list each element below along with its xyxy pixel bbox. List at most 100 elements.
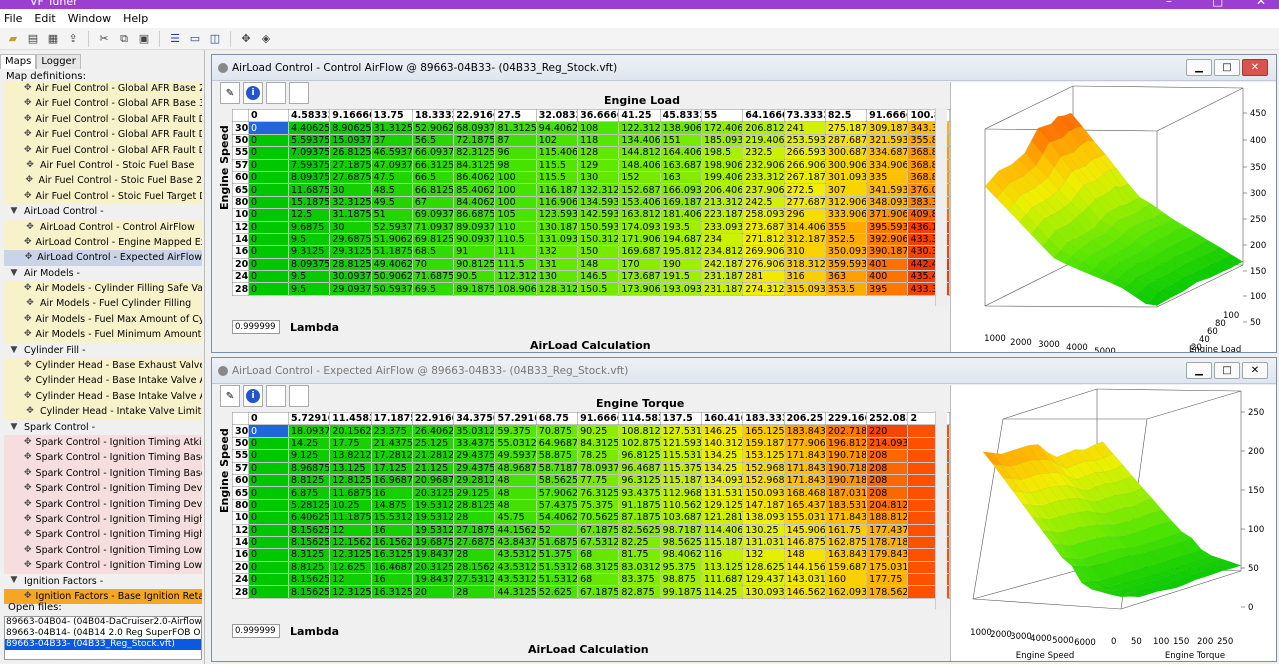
table-cell[interactable]: 100 [494,183,537,197]
table-cell[interactable]: 105 [494,208,537,222]
table-cell[interactable]: 27.5312 [453,573,496,587]
tile-vertical-icon[interactable]: ☰ [166,30,184,48]
zero-cell[interactable]: 0 [248,208,289,222]
table-cell[interactable]: 8.8125 [287,560,331,575]
table-cell[interactable]: 75.375 [577,498,620,513]
table-cell[interactable]: 214.093 [866,436,909,451]
table-cell[interactable]: 121.593 [659,436,702,451]
table-cell[interactable]: 115.5 [535,170,579,185]
table-cell[interactable]: 16 [370,523,413,537]
blank-page-icon[interactable] [289,82,309,104]
table-cell[interactable]: 162.093 [824,585,868,599]
table-cell[interactable]: 140.312 [700,436,744,451]
zero-cell[interactable]: 0 [248,220,289,234]
table-cell[interactable]: 130 [577,170,620,185]
table-cell[interactable]: 131.093 [535,232,579,247]
table-cell[interactable]: 12.1562 [329,535,372,550]
table-cell[interactable]: 159.687 [824,560,868,575]
table-cell[interactable]: 4.40625 [287,121,331,135]
table-cell[interactable]: 52.5937 [370,220,413,234]
window-maximize-button[interactable]: □ [1214,362,1240,379]
table-cell[interactable]: 95.375 [659,560,702,575]
table-cell[interactable]: 115.406 [535,146,579,160]
table-cell[interactable]: 395 [866,282,909,296]
table-cell[interactable]: 169.187 [659,195,702,210]
table-cell[interactable]: 28 [453,511,496,525]
tree-item[interactable]: ✥ AirLoad Control - Control AirFlow [4,219,202,235]
table-cell[interactable]: 130.187 [535,220,579,234]
table-cell[interactable]: 15.0937 [329,133,372,148]
table-cell[interactable]: 276.906 [742,257,785,272]
blank-page-icon[interactable] [266,82,286,104]
table-cell[interactable]: 198.5 [700,146,744,160]
table-cell[interactable]: 150.093 [742,486,785,500]
table-cell[interactable]: 193.5 [659,220,702,234]
table-cell[interactable]: 266.593 [783,146,826,160]
table-cell[interactable]: 28 [453,548,496,562]
table-cell[interactable]: 152 [618,170,661,185]
table-cell[interactable]: 213.312 [700,195,744,210]
zero-cell[interactable]: 0 [248,158,289,172]
table-cell[interactable]: 187.031 [824,486,868,500]
table-cell[interactable]: 165.125 [742,424,785,438]
table-cell[interactable]: 171.843 [783,449,826,463]
table-cell[interactable]: 173.687 [618,270,661,284]
window-minimize-button[interactable]: ▁ [1186,59,1212,76]
zero-cell[interactable]: 0 [248,511,289,525]
zero-cell[interactable]: 0 [248,436,289,451]
table-cell[interactable]: 132 [535,245,579,259]
table-cell[interactable]: 12.8125 [329,473,372,488]
table-cell[interactable]: 253.593 [783,133,826,148]
table-cell[interactable]: 28.1562 [453,560,496,575]
table-cell[interactable]: 9.5 [287,232,331,247]
table-cell[interactable]: 20.9687 [411,473,455,488]
table-cell[interactable]: 29.6875 [329,232,372,247]
table-cell[interactable]: 165.437 [783,498,826,513]
table-cell[interactable]: 174.093 [618,220,661,234]
table-cell[interactable]: 20 [411,585,455,599]
table-cell[interactable]: 67.5312 [577,535,620,550]
table-cell[interactable]: 129 [577,158,620,172]
table-cell[interactable]: 231.187 [700,270,744,284]
table-cell[interactable]: 33.4375 [453,436,496,451]
table-cell[interactable]: 191.5 [659,270,702,284]
table-cell[interactable]: 168.468 [783,486,826,500]
table-cell[interactable]: 128.312 [535,282,579,296]
table-cell[interactable]: 258.093 [742,208,785,222]
table-cell[interactable]: 30 [329,183,372,197]
table-cell[interactable]: 134.406 [618,133,661,148]
table-cell[interactable]: 116 [700,548,744,562]
table-cell[interactable]: 27.6875 [329,170,372,185]
table-cell[interactable]: 220 [866,424,909,438]
table-cell[interactable]: 231.187 [700,282,744,296]
table-cell[interactable]: 91 [453,245,496,259]
table-cell[interactable]: 275.187 [824,121,868,135]
table-cell[interactable]: 108 [577,121,620,135]
table-cell[interactable]: 46.5937 [370,146,413,160]
table-cell[interactable]: 19.6875 [411,535,455,550]
table-cell[interactable]: 170 [618,257,661,272]
table-cell[interactable]: 232.906 [742,158,785,172]
table-cell[interactable]: 19.8437 [411,573,455,587]
table-cell[interactable]: 66.8125 [411,183,455,197]
table-cell[interactable]: 71.0937 [411,220,455,234]
tree-item[interactable]: ✥ Spark Control - Ignition Timing Devi [4,481,202,497]
table-cell[interactable]: 28 [453,585,496,599]
table-cell[interactable]: 11.1875 [329,511,372,525]
table-cell[interactable]: 110.5 [494,232,537,247]
table-cell[interactable]: 232.5 [742,146,785,160]
table-cell[interactable]: 352.5 [824,232,868,247]
table-cell[interactable]: 16 [370,573,413,587]
table-cell[interactable]: 32.3125 [329,195,372,210]
table-cell[interactable]: 58.7187 [535,461,579,475]
table-cell[interactable]: 115.531 [659,449,702,463]
table-cell[interactable]: 48.9687 [494,461,537,475]
table-cell[interactable]: 148 [577,257,620,272]
table-cell[interactable]: 44.3125 [494,585,537,599]
table-cell[interactable]: 51.9062 [370,232,413,247]
tree-item[interactable]: ✥ Cylinder Head - Base Intake Valve A [4,373,202,389]
tree-group[interactable]: ▼ Cylinder Fill - [4,342,202,359]
table-cell[interactable]: 68 [577,573,620,587]
table-cell[interactable]: 233.312 [742,170,785,185]
tree-item[interactable]: ✥ AirLoad Control - Expected AirFlow [4,250,202,266]
